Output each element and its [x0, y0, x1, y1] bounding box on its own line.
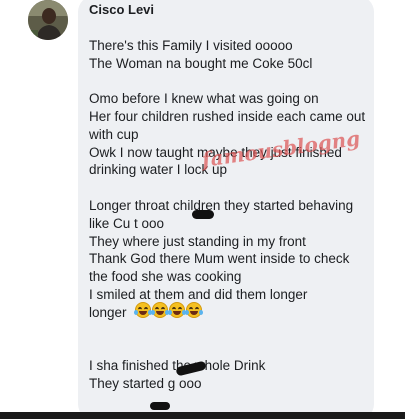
comment-text: There's this Family I visited ooooo The …: [89, 19, 369, 322]
comment-text-top: There's this Family I visited ooooo The …: [89, 37, 366, 320]
redaction-mark: [192, 210, 214, 219]
face-with-tears-of-joy-icon: [151, 302, 169, 318]
face-with-tears-of-joy-icon: [134, 302, 152, 318]
comment-screenshot: Cisco Levi There's this Family I visited…: [0, 0, 405, 419]
avatar[interactable]: [28, 0, 68, 40]
redaction-mark: [150, 402, 170, 410]
face-with-tears-of-joy-icon: [168, 302, 186, 318]
comment-text-continued: I sha finished the whole Drink They star…: [89, 339, 369, 419]
face-with-tears-of-joy-icon: [185, 302, 203, 318]
bottom-edge-bar: [0, 412, 405, 419]
profile-photo-icon: [28, 0, 68, 40]
emoji-row: [134, 302, 203, 319]
comment-author[interactable]: Cisco Levi: [89, 2, 154, 17]
